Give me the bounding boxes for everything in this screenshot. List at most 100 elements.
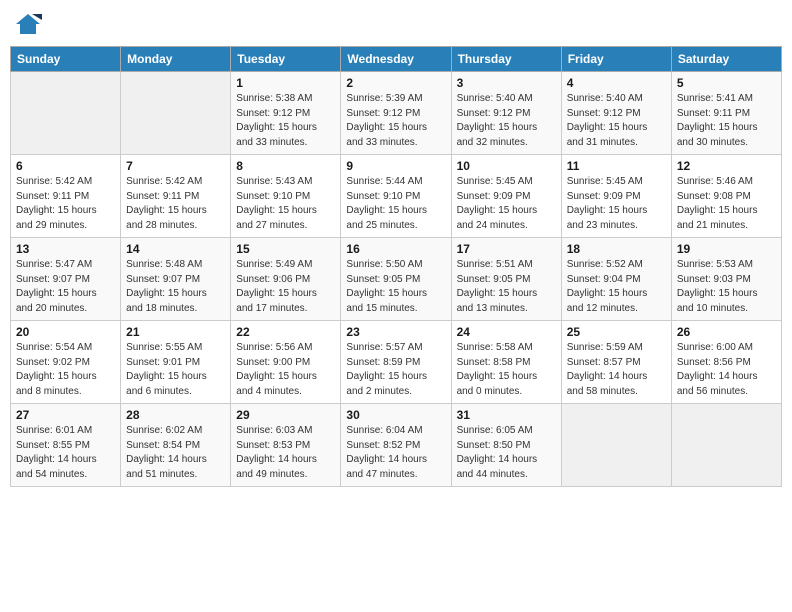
day-cell: 19 Sunrise: 5:53 AM Sunset: 9:03 PM Dayli…	[671, 238, 781, 321]
day-number: 1	[236, 76, 335, 90]
day-detail: Sunrise: 5:39 AM Sunset: 9:12 PM Dayligh…	[346, 92, 445, 150]
day-number: 31	[457, 408, 556, 422]
day-number: 30	[346, 408, 445, 422]
day-detail: Sunrise: 6:01 AM Sunset: 8:55 PM Dayligh…	[16, 424, 115, 482]
day-number: 25	[567, 325, 666, 339]
header-saturday: Saturday	[671, 47, 781, 72]
day-number: 19	[677, 242, 776, 256]
day-number: 7	[126, 159, 225, 173]
day-detail: Sunrise: 5:50 AM Sunset: 9:05 PM Dayligh…	[346, 258, 445, 316]
day-cell: 5 Sunrise: 5:41 AM Sunset: 9:11 PM Daylig…	[671, 72, 781, 155]
day-cell: 30 Sunrise: 6:04 AM Sunset: 8:52 PM Dayli…	[341, 404, 451, 487]
day-detail: Sunrise: 5:47 AM Sunset: 9:07 PM Dayligh…	[16, 258, 115, 316]
header-friday: Friday	[561, 47, 671, 72]
day-cell: 17 Sunrise: 5:51 AM Sunset: 9:05 PM Dayli…	[451, 238, 561, 321]
day-detail: Sunrise: 5:54 AM Sunset: 9:02 PM Dayligh…	[16, 341, 115, 399]
day-detail: Sunrise: 5:52 AM Sunset: 9:04 PM Dayligh…	[567, 258, 666, 316]
day-detail: Sunrise: 5:38 AM Sunset: 9:12 PM Dayligh…	[236, 92, 335, 150]
day-cell: 31 Sunrise: 6:05 AM Sunset: 8:50 PM Dayli…	[451, 404, 561, 487]
day-detail: Sunrise: 5:44 AM Sunset: 9:10 PM Dayligh…	[346, 175, 445, 233]
day-cell: 6 Sunrise: 5:42 AM Sunset: 9:11 PM Daylig…	[11, 155, 121, 238]
day-detail: Sunrise: 5:46 AM Sunset: 9:08 PM Dayligh…	[677, 175, 776, 233]
day-number: 17	[457, 242, 556, 256]
day-detail: Sunrise: 5:48 AM Sunset: 9:07 PM Dayligh…	[126, 258, 225, 316]
day-cell: 24 Sunrise: 5:58 AM Sunset: 8:58 PM Dayli…	[451, 321, 561, 404]
logo-icon	[14, 10, 42, 38]
header-monday: Monday	[121, 47, 231, 72]
day-number: 14	[126, 242, 225, 256]
day-cell: 1 Sunrise: 5:38 AM Sunset: 9:12 PM Daylig…	[231, 72, 341, 155]
day-number: 3	[457, 76, 556, 90]
day-cell: 22Sunrise: 5:56 AM Sunset: 9:00 PM Dayli…	[231, 321, 341, 404]
day-detail: Sunrise: 5:57 AM Sunset: 8:59 PM Dayligh…	[346, 341, 445, 399]
day-number: 20	[16, 325, 115, 339]
day-number: 8	[236, 159, 335, 173]
day-number: 27	[16, 408, 115, 422]
day-number: 24	[457, 325, 556, 339]
day-number: 21	[126, 325, 225, 339]
day-cell: 15Sunrise: 5:49 AM Sunset: 9:06 PM Dayli…	[231, 238, 341, 321]
day-cell	[121, 72, 231, 155]
day-cell: 13Sunrise: 5:47 AM Sunset: 9:07 PM Dayli…	[11, 238, 121, 321]
day-cell	[671, 404, 781, 487]
page-header	[10, 10, 782, 38]
day-number: 16	[346, 242, 445, 256]
day-cell	[561, 404, 671, 487]
day-number: 5	[677, 76, 776, 90]
day-number: 12	[677, 159, 776, 173]
day-detail: Sunrise: 5:43 AM Sunset: 9:10 PM Dayligh…	[236, 175, 335, 233]
day-detail: Sunrise: 5:59 AM Sunset: 8:57 PM Dayligh…	[567, 341, 666, 399]
day-detail: Sunrise: 5:56 AM Sunset: 9:00 PM Dayligh…	[236, 341, 335, 399]
day-number: 11	[567, 159, 666, 173]
day-cell: 21 Sunrise: 5:55 AM Sunset: 9:01 PM Dayli…	[121, 321, 231, 404]
day-cell: 16 Sunrise: 5:50 AM Sunset: 9:05 PM Dayli…	[341, 238, 451, 321]
day-number: 23	[346, 325, 445, 339]
week-row-5: 27 Sunrise: 6:01 AM Sunset: 8:55 PM Dayli…	[11, 404, 782, 487]
day-detail: Sunrise: 5:53 AM Sunset: 9:03 PM Dayligh…	[677, 258, 776, 316]
week-row-1: 1 Sunrise: 5:38 AM Sunset: 9:12 PM Daylig…	[11, 72, 782, 155]
day-detail: Sunrise: 5:40 AM Sunset: 9:12 PM Dayligh…	[457, 92, 556, 150]
calendar-header-row: SundayMondayTuesdayWednesdayThursdayFrid…	[11, 47, 782, 72]
day-detail: Sunrise: 6:04 AM Sunset: 8:52 PM Dayligh…	[346, 424, 445, 482]
day-number: 18	[567, 242, 666, 256]
day-detail: Sunrise: 5:45 AM Sunset: 9:09 PM Dayligh…	[567, 175, 666, 233]
day-number: 26	[677, 325, 776, 339]
day-detail: Sunrise: 5:45 AM Sunset: 9:09 PM Dayligh…	[457, 175, 556, 233]
day-detail: Sunrise: 5:55 AM Sunset: 9:01 PM Dayligh…	[126, 341, 225, 399]
calendar-table: SundayMondayTuesdayWednesdayThursdayFrid…	[10, 46, 782, 487]
day-cell: 8 Sunrise: 5:43 AM Sunset: 9:10 PM Daylig…	[231, 155, 341, 238]
day-cell: 3 Sunrise: 5:40 AM Sunset: 9:12 PM Daylig…	[451, 72, 561, 155]
week-row-3: 13Sunrise: 5:47 AM Sunset: 9:07 PM Dayli…	[11, 238, 782, 321]
day-detail: Sunrise: 5:58 AM Sunset: 8:58 PM Dayligh…	[457, 341, 556, 399]
header-thursday: Thursday	[451, 47, 561, 72]
week-row-4: 20 Sunrise: 5:54 AM Sunset: 9:02 PM Dayli…	[11, 321, 782, 404]
day-detail: Sunrise: 6:03 AM Sunset: 8:53 PM Dayligh…	[236, 424, 335, 482]
day-cell: 25 Sunrise: 5:59 AM Sunset: 8:57 PM Dayli…	[561, 321, 671, 404]
day-number: 10	[457, 159, 556, 173]
header-sunday: Sunday	[11, 47, 121, 72]
day-cell: 9Sunrise: 5:44 AM Sunset: 9:10 PM Daylig…	[341, 155, 451, 238]
day-detail: Sunrise: 6:05 AM Sunset: 8:50 PM Dayligh…	[457, 424, 556, 482]
header-tuesday: Tuesday	[231, 47, 341, 72]
day-number: 2	[346, 76, 445, 90]
day-cell: 12 Sunrise: 5:46 AM Sunset: 9:08 PM Dayli…	[671, 155, 781, 238]
day-cell: 23 Sunrise: 5:57 AM Sunset: 8:59 PM Dayli…	[341, 321, 451, 404]
week-row-2: 6 Sunrise: 5:42 AM Sunset: 9:11 PM Daylig…	[11, 155, 782, 238]
day-cell: 4Sunrise: 5:40 AM Sunset: 9:12 PM Daylig…	[561, 72, 671, 155]
day-number: 29	[236, 408, 335, 422]
day-cell: 28Sunrise: 6:02 AM Sunset: 8:54 PM Dayli…	[121, 404, 231, 487]
day-detail: Sunrise: 5:41 AM Sunset: 9:11 PM Dayligh…	[677, 92, 776, 150]
day-detail: Sunrise: 5:49 AM Sunset: 9:06 PM Dayligh…	[236, 258, 335, 316]
day-detail: Sunrise: 5:51 AM Sunset: 9:05 PM Dayligh…	[457, 258, 556, 316]
day-detail: Sunrise: 6:02 AM Sunset: 8:54 PM Dayligh…	[126, 424, 225, 482]
day-detail: Sunrise: 5:40 AM Sunset: 9:12 PM Dayligh…	[567, 92, 666, 150]
day-detail: Sunrise: 5:42 AM Sunset: 9:11 PM Dayligh…	[16, 175, 115, 233]
day-number: 6	[16, 159, 115, 173]
logo	[14, 10, 44, 38]
day-detail: Sunrise: 6:00 AM Sunset: 8:56 PM Dayligh…	[677, 341, 776, 399]
day-detail: Sunrise: 5:42 AM Sunset: 9:11 PM Dayligh…	[126, 175, 225, 233]
day-cell	[11, 72, 121, 155]
day-cell: 14 Sunrise: 5:48 AM Sunset: 9:07 PM Dayli…	[121, 238, 231, 321]
day-cell: 11 Sunrise: 5:45 AM Sunset: 9:09 PM Dayli…	[561, 155, 671, 238]
day-cell: 10 Sunrise: 5:45 AM Sunset: 9:09 PM Dayli…	[451, 155, 561, 238]
